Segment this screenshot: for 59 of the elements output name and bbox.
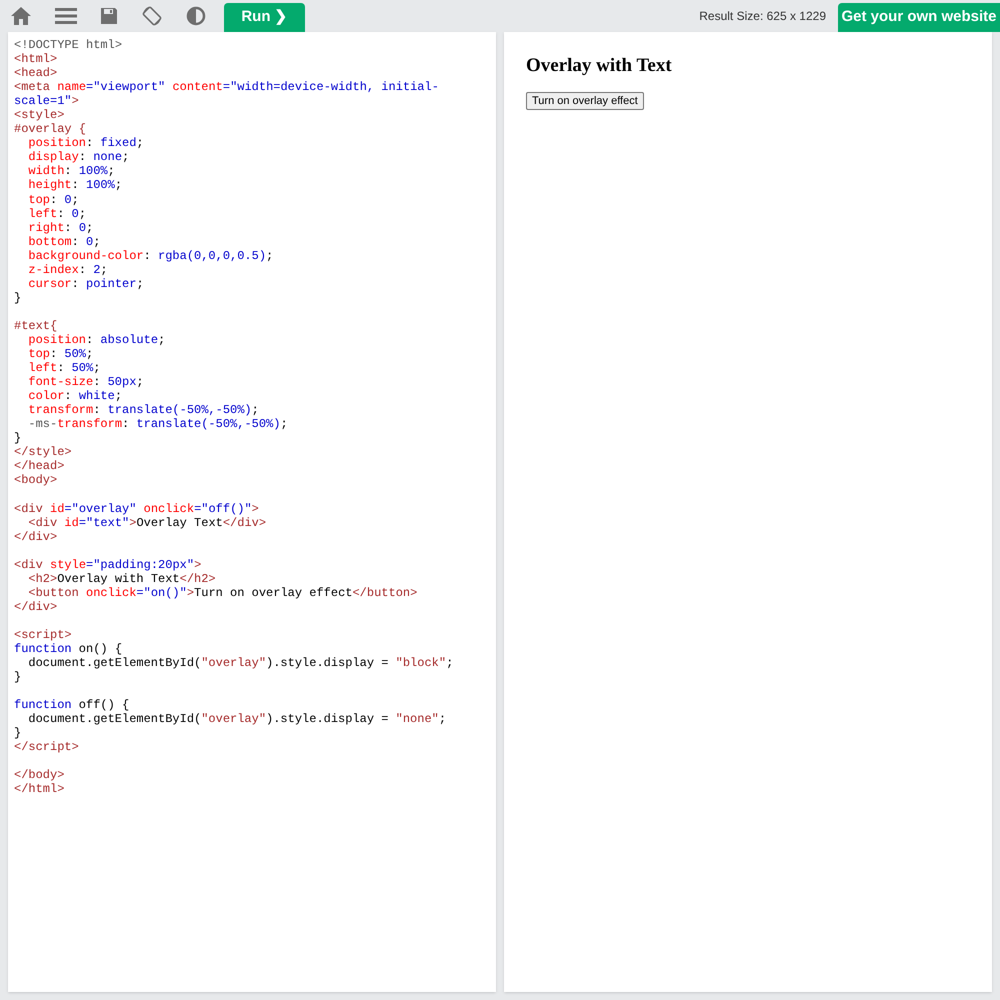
code-line: background-color: rgba(0,0,0,0.5); xyxy=(28,248,274,263)
code-line: </html> xyxy=(14,782,64,796)
code-line: scale=1"> xyxy=(14,94,79,108)
code-line: <div id="overlay" onclick="off()"> xyxy=(14,502,259,516)
code-line: document.getElementById("overlay").style.display = "block"; xyxy=(28,656,454,670)
code-line: } xyxy=(14,726,22,740)
code-line: #overlay { xyxy=(14,122,86,136)
result-size-label: Result Size: 625 x 1229 xyxy=(699,8,826,25)
code-line: position: absolute; xyxy=(28,332,166,347)
code-line: display: none; xyxy=(28,150,130,164)
code-editor[interactable] xyxy=(8,32,496,992)
code-line: #text{ xyxy=(14,318,58,333)
run-button[interactable]: Run ❯ xyxy=(224,3,305,32)
code-line: width: 100%; xyxy=(28,164,115,178)
code-line: <style> xyxy=(14,108,64,122)
code-line: right: 0; xyxy=(28,220,94,235)
overlay-button[interactable]: Turn on overlay effect xyxy=(526,92,644,110)
contrast-icon[interactable] xyxy=(186,6,206,26)
result-heading: Overlay with Text xyxy=(526,54,673,78)
code-line: </body> xyxy=(14,768,64,782)
code-line: z-index: 2; xyxy=(28,262,108,277)
home-icon[interactable] xyxy=(10,6,32,26)
code-line: color: white; xyxy=(28,389,122,404)
code-line: top: 0; xyxy=(28,192,79,207)
code-line: cursor: pointer; xyxy=(28,276,144,291)
code-line: <h2>Overlay with Text</h2> xyxy=(28,572,216,586)
rotate-icon[interactable] xyxy=(141,5,163,27)
code-line: </head> xyxy=(14,459,64,474)
get-website-button[interactable]: Get your own website xyxy=(838,3,1000,32)
code-line: <div style="padding:20px"> xyxy=(14,558,202,572)
code-line: function on() { xyxy=(14,642,122,656)
code-line: <meta name="viewport" content="width=device-width, initial- xyxy=(14,80,439,94)
code-line: } xyxy=(14,290,22,305)
save-icon[interactable] xyxy=(100,7,118,25)
code-line: <script> xyxy=(14,628,72,642)
code-line: <div id="text">Overlay Text</div> xyxy=(28,516,266,530)
code-line: height: 100%; xyxy=(28,178,122,192)
code-line: top: 50%; xyxy=(28,347,94,362)
code-line: function off() { xyxy=(14,698,130,712)
code-line: } xyxy=(14,670,22,684)
code-line: <html> xyxy=(14,52,58,66)
code-line: </div> xyxy=(14,530,58,544)
code-line: </div> xyxy=(14,600,58,614)
code-line: </style> xyxy=(14,445,72,460)
code-line: bottom: 0; xyxy=(28,234,100,249)
code-line: <body> xyxy=(14,473,58,488)
code-line: <!DOCTYPE html> xyxy=(14,38,122,52)
code-line: <head> xyxy=(14,66,58,80)
code-line: left: 50%; xyxy=(28,361,100,376)
code-line: } xyxy=(14,431,22,446)
code-line: font-size: 50px; xyxy=(28,375,144,390)
code-line: position: fixed; xyxy=(28,136,144,150)
code-line: <button onclick="on()">Turn on overlay effect</button> xyxy=(28,586,418,600)
code-line: transform: translate(-50%,-50%); xyxy=(28,403,259,418)
menu-icon[interactable] xyxy=(55,7,77,25)
code-line: left: 0; xyxy=(28,206,86,221)
code-line: -ms-transform: translate(-50%,-50%); xyxy=(28,417,288,432)
code-line: </script> xyxy=(14,740,79,754)
code-line: document.getElementById("overlay").style.display = "none"; xyxy=(28,712,446,726)
